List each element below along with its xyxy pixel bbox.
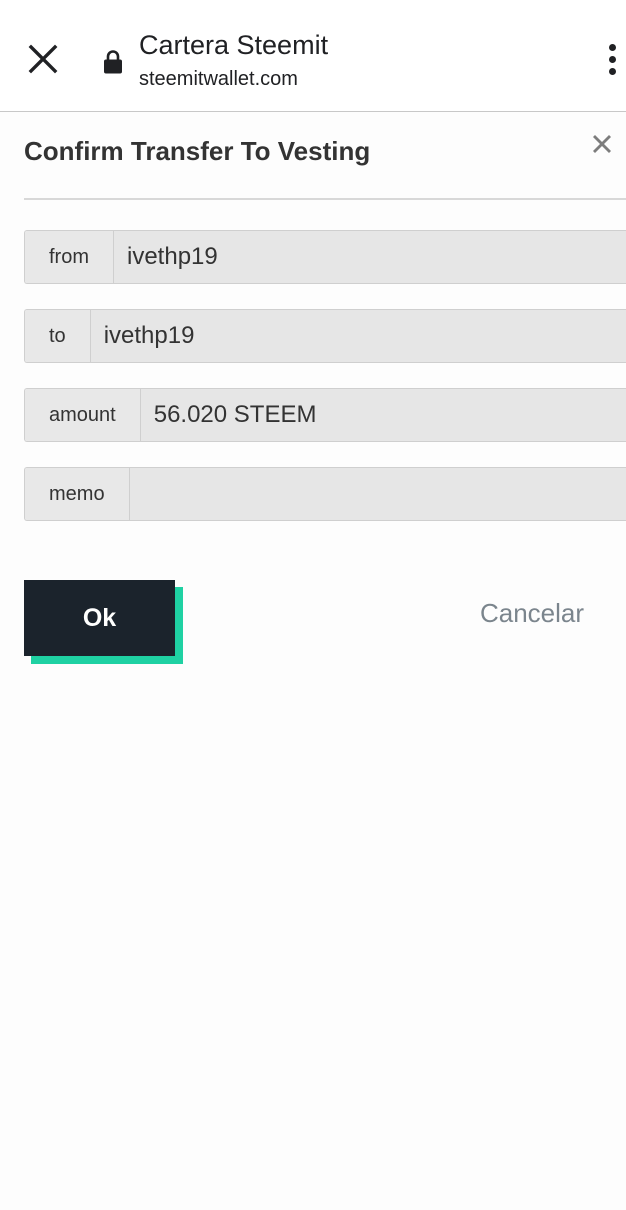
site-url: steemitwallet.com bbox=[139, 68, 298, 90]
memo-input[interactable] bbox=[129, 468, 626, 520]
amount-field: amount bbox=[24, 388, 626, 442]
more-options-button[interactable] bbox=[600, 42, 624, 78]
from-input[interactable] bbox=[114, 231, 626, 283]
lock-icon bbox=[103, 49, 123, 75]
site-title: Cartera Steemit bbox=[139, 30, 329, 60]
from-field: from bbox=[24, 230, 626, 284]
browser-header: Cartera Steemit steemitwallet.com bbox=[0, 0, 626, 112]
amount-input[interactable] bbox=[140, 389, 626, 441]
to-label: to bbox=[25, 310, 91, 362]
to-field: to bbox=[24, 309, 626, 363]
memo-label: memo bbox=[25, 468, 130, 520]
amount-label: amount bbox=[25, 389, 141, 441]
to-input[interactable] bbox=[90, 310, 626, 362]
dialog-title: Confirm Transfer To Vesting bbox=[24, 136, 371, 166]
close-icon bbox=[593, 135, 611, 153]
memo-field: memo bbox=[24, 467, 626, 521]
close-icon bbox=[28, 44, 58, 74]
cancel-button[interactable]: Cancelar bbox=[470, 598, 594, 629]
more-vertical-icon bbox=[609, 44, 616, 51]
dialog-close-button[interactable] bbox=[589, 131, 615, 157]
from-label: from bbox=[25, 231, 114, 283]
dialog-divider bbox=[24, 198, 626, 200]
browser-close-button[interactable] bbox=[22, 38, 64, 80]
ok-button[interactable]: Ok bbox=[24, 580, 175, 656]
